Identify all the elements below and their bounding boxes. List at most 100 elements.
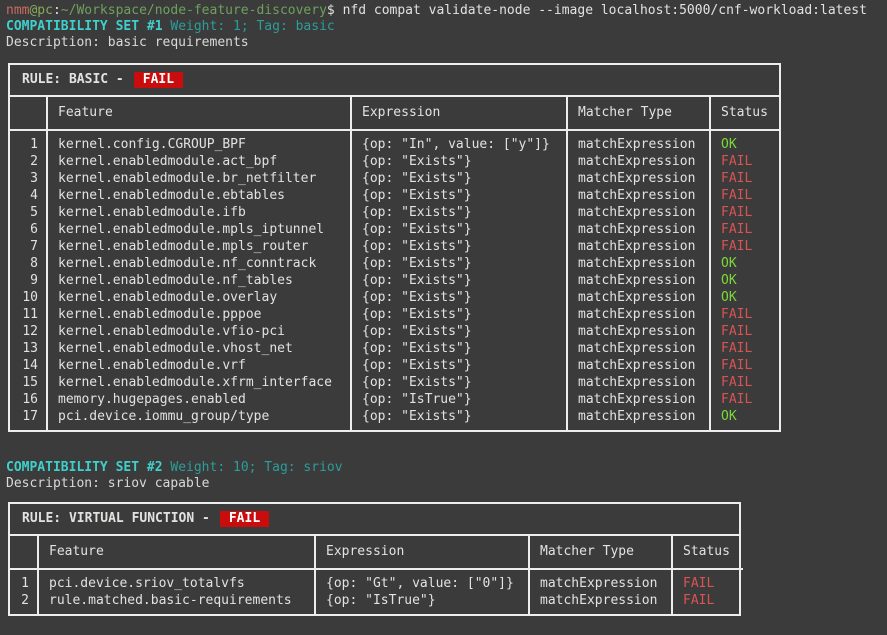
- table-row: 3kernel.enabledmodule.br_netfilter{op: "…: [10, 170, 779, 187]
- feature-cell: memory.hugepages.enabled: [47, 391, 351, 408]
- status-cell: FAIL: [710, 221, 779, 238]
- row-number: 11: [10, 306, 47, 323]
- set2-heading: COMPATIBILITY SET #2 Weight: 10; Tag: sr…: [6, 460, 887, 476]
- table-row: 12kernel.enabledmodule.vfio-pci{op: "Exi…: [10, 323, 779, 340]
- row-number: 12: [10, 323, 47, 340]
- feature-cell: rule.matched.basic-requirements: [38, 592, 315, 614]
- feature-cell: pci.device.iommu_group/type: [47, 408, 351, 430]
- matcher-type-cell: matchExpression: [567, 306, 710, 323]
- row-number: 1: [10, 130, 47, 153]
- row-number: 8: [10, 255, 47, 272]
- row-number: 10: [10, 289, 47, 306]
- status-cell: OK: [710, 130, 779, 153]
- expression-cell: {op: "IsTrue"}: [351, 391, 567, 408]
- matcher-type-cell: matchExpression: [529, 569, 672, 592]
- col-header-expression: Expression: [351, 97, 567, 130]
- expression-cell: {op: "Exists"}: [351, 357, 567, 374]
- set2-title: COMPATIBILITY SET #2: [6, 460, 163, 475]
- expression-cell: {op: "In", value: ["y"]}: [351, 130, 567, 153]
- expression-cell: {op: "Exists"}: [351, 289, 567, 306]
- col-header-status: Status: [710, 97, 779, 130]
- row-number: 17: [10, 408, 47, 430]
- table-row: 9kernel.enabledmodule.nf_tables{op: "Exi…: [10, 272, 779, 289]
- status-cell: FAIL: [710, 391, 779, 408]
- matcher-type-cell: matchExpression: [567, 374, 710, 391]
- matcher-type-cell: matchExpression: [567, 153, 710, 170]
- row-number: 1: [10, 569, 38, 592]
- status-cell: OK: [710, 289, 779, 306]
- table-row: 5kernel.enabledmodule.ifb{op: "Exists"}m…: [10, 204, 779, 221]
- basic-requirements-table: Feature Expression Matcher Type Status 1…: [10, 97, 779, 430]
- table-row: 1kernel.config.CGROUP_BPF{op: "In", valu…: [10, 130, 779, 153]
- expression-cell: {op: "Exists"}: [351, 408, 567, 430]
- col-header-index: [10, 536, 38, 569]
- row-number: 3: [10, 170, 47, 187]
- expression-cell: {op: "Exists"}: [351, 170, 567, 187]
- status-cell: OK: [710, 408, 779, 430]
- set2-description: Description: sriov capable: [6, 476, 887, 492]
- status-cell: FAIL: [710, 340, 779, 357]
- expression-cell: {op: "Exists"}: [351, 238, 567, 255]
- set1-title: COMPATIBILITY SET #1: [6, 19, 163, 34]
- set1-heading: COMPATIBILITY SET #1 Weight: 1; Tag: bas…: [6, 19, 887, 35]
- terminal-window[interactable]: nmm@pc:~/Workspace/node-feature-discover…: [0, 0, 887, 616]
- feature-cell: kernel.enabledmodule.nf_tables: [47, 272, 351, 289]
- col-header-status: Status: [672, 536, 743, 569]
- row-number: 9: [10, 272, 47, 289]
- col-header-feature: Feature: [38, 536, 315, 569]
- matcher-type-cell: matchExpression: [567, 187, 710, 204]
- status-cell: FAIL: [710, 323, 779, 340]
- col-header-matcher-type: Matcher Type: [567, 97, 710, 130]
- row-number: 2: [10, 592, 38, 614]
- feature-cell: kernel.enabledmodule.act_bpf: [47, 153, 351, 170]
- sriov-table: Feature Expression Matcher Type Status 1…: [10, 536, 743, 614]
- col-header-matcher-type: Matcher Type: [529, 536, 672, 569]
- table-row: 16memory.hugepages.enabled{op: "IsTrue"}…: [10, 391, 779, 408]
- expression-cell: {op: "Exists"}: [351, 374, 567, 391]
- row-number: 7: [10, 238, 47, 255]
- row-number: 13: [10, 340, 47, 357]
- col-header-index: [10, 97, 47, 130]
- expression-cell: {op: "Exists"}: [351, 272, 567, 289]
- table-row: 10kernel.enabledmodule.overlay{op: "Exis…: [10, 289, 779, 306]
- feature-cell: kernel.config.CGROUP_BPF: [47, 130, 351, 153]
- matcher-type-cell: matchExpression: [567, 289, 710, 306]
- row-number: 2: [10, 153, 47, 170]
- matcher-type-cell: matchExpression: [567, 272, 710, 289]
- status-cell: OK: [710, 255, 779, 272]
- prompt-dollar: $: [327, 3, 343, 18]
- rule-label: RULE: VIRTUAL FUNCTION -: [22, 511, 210, 526]
- table-row: 17pci.device.iommu_group/type{op: "Exist…: [10, 408, 779, 430]
- expression-cell: {op: "Exists"}: [351, 187, 567, 204]
- row-number: 15: [10, 374, 47, 391]
- matcher-type-cell: matchExpression: [567, 408, 710, 430]
- status-cell: FAIL: [672, 569, 743, 592]
- row-number: 14: [10, 357, 47, 374]
- feature-cell: kernel.enabledmodule.vfio-pci: [47, 323, 351, 340]
- row-number: 4: [10, 187, 47, 204]
- table-row: 4kernel.enabledmodule.ebtables{op: "Exis…: [10, 187, 779, 204]
- matcher-type-cell: matchExpression: [567, 221, 710, 238]
- matcher-type-cell: matchExpression: [567, 130, 710, 153]
- prompt-colon: :: [53, 3, 61, 18]
- rule-header-basic: RULE: BASIC -FAIL: [10, 65, 779, 97]
- expression-cell: {op: "Exists"}: [351, 306, 567, 323]
- feature-cell: kernel.enabledmodule.overlay: [47, 289, 351, 306]
- status-cell: FAIL: [710, 238, 779, 255]
- feature-cell: kernel.enabledmodule.mpls_iptunnel: [47, 221, 351, 238]
- table-row: 11kernel.enabledmodule.pppoe{op: "Exists…: [10, 306, 779, 323]
- table-row: 6kernel.enabledmodule.mpls_iptunnel{op: …: [10, 221, 779, 238]
- feature-cell: kernel.enabledmodule.br_netfilter: [47, 170, 351, 187]
- table-row: 15kernel.enabledmodule.xfrm_interface{op…: [10, 374, 779, 391]
- status-cell: FAIL: [710, 187, 779, 204]
- table-row: 13kernel.enabledmodule.vhost_net{op: "Ex…: [10, 340, 779, 357]
- table-row: 2kernel.enabledmodule.act_bpf{op: "Exist…: [10, 153, 779, 170]
- prompt-host: @pc: [29, 3, 52, 18]
- status-cell: FAIL: [710, 204, 779, 221]
- expression-cell: {op: "Exists"}: [351, 323, 567, 340]
- expression-cell: {op: "Exists"}: [351, 221, 567, 238]
- table-row: 14kernel.enabledmodule.vrf{op: "Exists"}…: [10, 357, 779, 374]
- feature-cell: pci.device.sriov_totalvfs: [38, 569, 315, 592]
- feature-cell: kernel.enabledmodule.nf_conntrack: [47, 255, 351, 272]
- table-row: 1pci.device.sriov_totalvfs{op: "Gt", val…: [10, 569, 743, 592]
